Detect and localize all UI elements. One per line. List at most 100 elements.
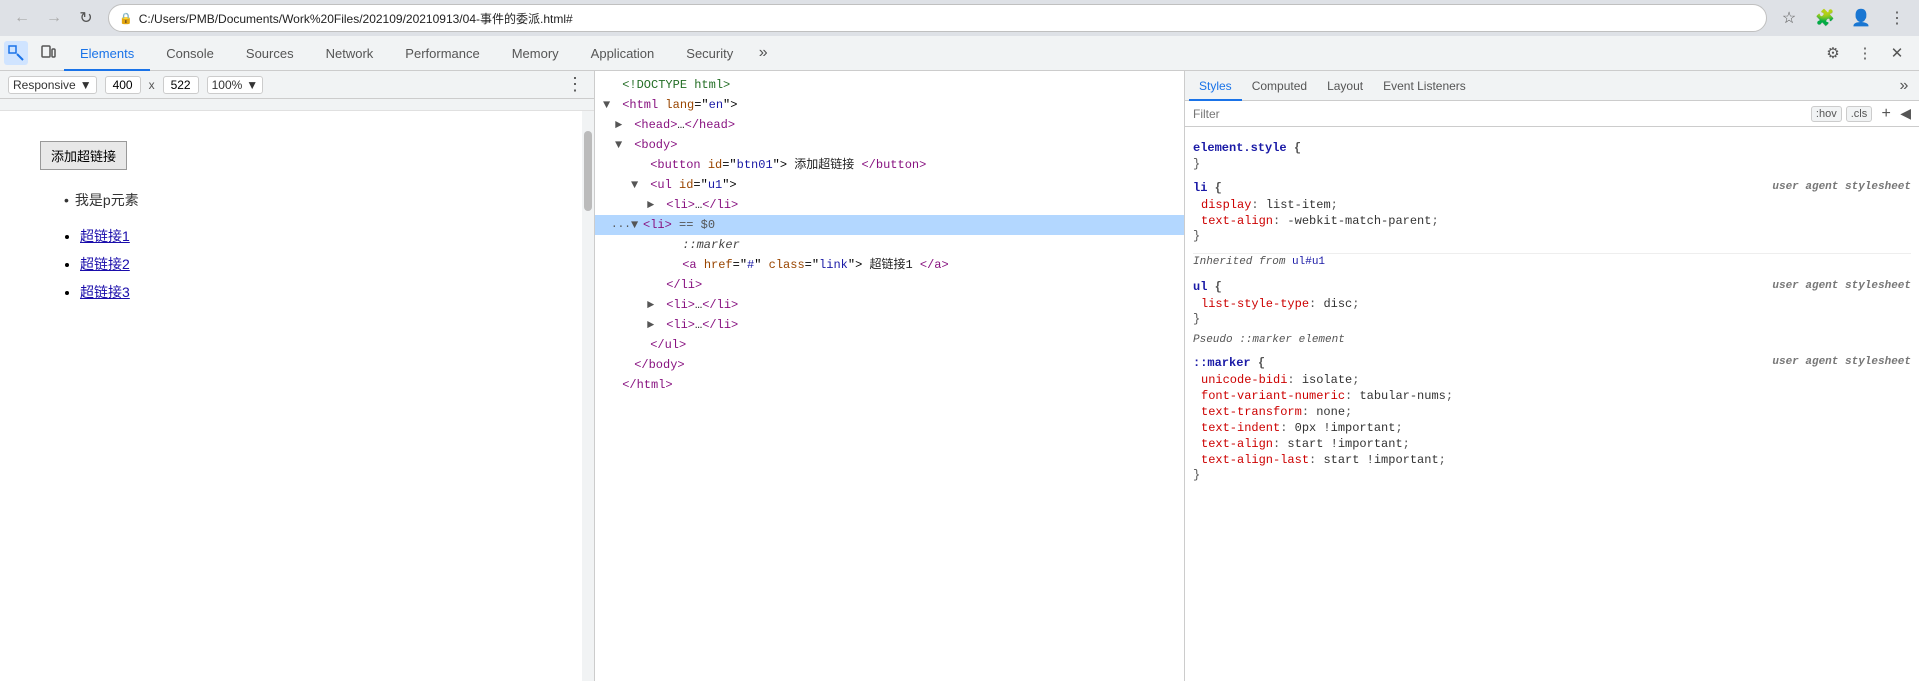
page-link-1[interactable]: 超链接1 [80,228,130,244]
devtools-close-button[interactable]: ✕ [1883,39,1911,67]
inherited-label: Inherited from ul#u1 [1193,253,1911,270]
marker-style-block: unicode-bidi: isolate; font-variant-nume… [1201,372,1911,468]
styles-tab-layout[interactable]: Layout [1317,71,1373,101]
page-link-2[interactable]: 超链接2 [80,256,130,272]
tab-elements[interactable]: Elements [64,36,150,71]
devtools-more-button[interactable]: ⋮ [1851,39,1879,67]
expand-arrow[interactable]: ► [615,116,627,134]
dom-line-body-close[interactable]: </body> [595,355,1184,375]
elements-content[interactable]: <!DOCTYPE html> ▼ <html lang="en"> ► <he… [595,71,1184,681]
dom-line-doctype[interactable]: <!DOCTYPE html> [595,75,1184,95]
viewport-content: 添加超链接 • 我是p元素 超链接1 超链接2 超链接3 [0,111,594,681]
styles-filter-input[interactable] [1193,107,1807,121]
viewport-scrollbar-v[interactable] [582,111,594,681]
expand-styles-button[interactable]: ◀ [1900,105,1911,122]
styles-tab-styles[interactable]: Styles [1189,71,1242,101]
main-layout: Responsive ▼ x 100% ▼ ⋮ 添加超链接 • 我是 [0,71,1919,681]
styles-more-tabs-button[interactable]: » [1893,75,1915,97]
responsive-select[interactable]: Responsive ▼ [8,76,97,94]
add-style-button[interactable]: + [1876,105,1896,123]
marker-selector: ::marker [1193,356,1251,370]
viewport-more-button[interactable]: ⋮ [564,74,586,96]
page-link-3[interactable]: 超链接3 [80,284,130,300]
reload-button[interactable]: ↻ [72,4,100,32]
height-input[interactable] [163,76,199,94]
forward-button[interactable]: → [40,4,68,32]
dom-line-html[interactable]: ▼ <html lang="en"> [595,95,1184,115]
dom-line-a[interactable]: <a href="#" class="link"> 超链接1 </a> [595,255,1184,275]
style-prop-text-align-last: text-align-last: start !important; [1201,452,1911,468]
expand-arrow[interactable]: ▼ [603,96,615,114]
zoom-label: 100% [212,78,243,92]
dom-line-marker[interactable]: ::marker [595,235,1184,255]
tab-network[interactable]: Network [310,36,390,71]
dom-line-li-2[interactable]: ► <li>…</li> [595,295,1184,315]
list-item: 超链接3 [80,282,554,302]
style-prop-text-transform: text-transform: none; [1201,404,1911,420]
profile-button[interactable]: 👤 [1847,4,1875,32]
tab-sources[interactable]: Sources [230,36,310,71]
style-prop-text-align-important: text-align: start !important; [1201,436,1911,452]
inspect-tool-button[interactable] [4,41,28,65]
expand-arrow[interactable]: ▼ [631,176,643,194]
style-selector: element.style [1193,141,1287,155]
li-selector: li [1193,181,1207,195]
pseudo-marker-label: Pseudo ::marker element [1193,334,1911,346]
element-style-rule: element.style { [1193,139,1911,157]
expand-arrow[interactable]: ► [647,196,659,214]
zoom-select[interactable]: 100% ▼ [207,76,264,94]
dom-line-body[interactable]: ▼ <body> [595,135,1184,155]
page-add-link-button[interactable]: 添加超链接 [40,141,127,170]
hov-filter-button[interactable]: :hov [1811,106,1842,122]
dom-line-li-close[interactable]: </li> [595,275,1184,295]
list-item: 超链接1 [80,226,554,246]
responsive-dropdown-icon: ▼ [80,78,92,92]
dom-line-li-3[interactable]: ► <li>…</li> [595,315,1184,335]
tab-performance[interactable]: Performance [389,36,495,71]
scrollbar-thumb [584,131,592,211]
devtools-settings-button[interactable]: ⚙ [1819,39,1847,67]
ul-style-block: list-style-type: disc; [1201,296,1911,312]
devtools-tabbar: Elements Console Sources Network Perform… [0,36,1919,71]
width-input[interactable] [105,76,141,94]
back-button[interactable]: ← [8,4,36,32]
tab-application[interactable]: Application [575,36,671,71]
styles-tab-event-listeners[interactable]: Event Listeners [1373,71,1476,101]
bookmark-button[interactable]: ☆ [1775,4,1803,32]
dom-line-head[interactable]: ► <head>…</head> [595,115,1184,135]
viewport-panel: Responsive ▼ x 100% ▼ ⋮ 添加超链接 • 我是 [0,71,595,681]
dom-line-ul[interactable]: ▼ <ul id="u1"> [595,175,1184,195]
tag-html: <html [622,98,658,112]
address-bar[interactable]: 🔒 C:/Users/PMB/Documents/Work%20Files/20… [108,4,1767,32]
style-prop-font-variant-numeric: font-variant-numeric: tabular-nums; [1201,388,1911,404]
expand-arrow[interactable]: ▼ [615,136,627,154]
cls-filter-button[interactable]: .cls [1846,106,1873,122]
dom-line-ul-close[interactable]: </ul> [595,335,1184,355]
expand-arrow[interactable]: ► [647,316,659,334]
style-prop-text-indent: text-indent: 0px !important; [1201,420,1911,436]
doctype-text: <!DOCTYPE html> [622,78,730,92]
dom-line-li-1[interactable]: ► <li>…</li> [595,195,1184,215]
tab-console[interactable]: Console [150,36,230,71]
ul-rule-header: ul user agent stylesheet { [1193,278,1911,296]
menu-button[interactable]: ⋮ [1883,4,1911,32]
tab-security[interactable]: Security [670,36,749,71]
styles-tab-computed[interactable]: Computed [1242,71,1317,101]
extension-button[interactable]: 🧩 [1811,4,1839,32]
marker-source: user agent stylesheet [1772,356,1911,368]
more-tabs-button[interactable]: » [749,36,777,71]
expand-arrow [603,376,615,394]
dots-button[interactable]: ... [611,216,631,234]
attr-lang: lang [665,98,694,112]
tab-memory[interactable]: Memory [496,36,575,71]
expand-arrow[interactable]: ▼ [631,216,643,234]
dom-line-button[interactable]: <button id="btn01"> 添加超链接 </button> [595,155,1184,175]
expand-arrow[interactable]: ► [647,296,659,314]
device-toggle-button[interactable] [36,41,60,65]
browser-window: ← → ↻ 🔒 C:/Users/PMB/Documents/Work%20Fi… [0,0,1919,681]
element-style-close: } [1193,157,1911,171]
dom-line-li-selected[interactable]: ... ▼ <li> == $0 [595,215,1184,235]
dom-line-html-close[interactable]: </html> [595,375,1184,395]
bullet-point: • [64,192,69,208]
styles-tabs: Styles Computed Layout Event Listeners » [1185,71,1919,101]
